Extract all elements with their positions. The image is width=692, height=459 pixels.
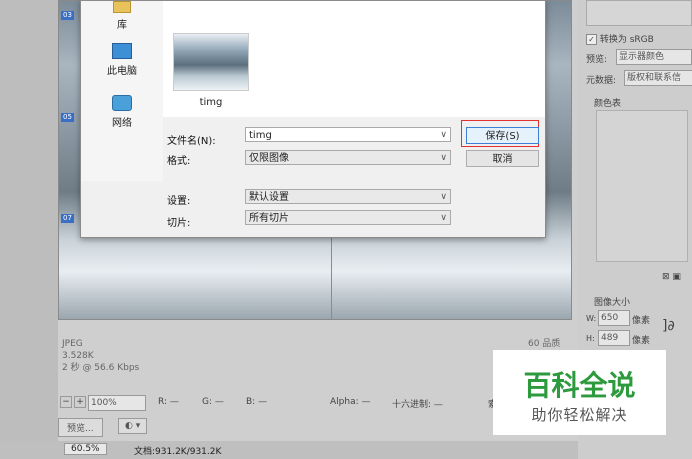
format-value: 仅限图像 [249,153,289,164]
nav-item-label: 此电脑 [107,66,137,77]
left-toolbar [0,0,58,459]
chevron-down-icon[interactable]: ∨ [440,190,447,205]
alpha-readout: Alpha: — [330,397,371,407]
nav-item-label: 库 [117,20,127,31]
file-thumbnail [173,33,249,91]
preview-select[interactable]: 显示器颜色 [616,49,692,65]
width-input[interactable]: 650 [598,310,630,326]
filename-value: timg [249,130,272,141]
color-table-area [596,110,688,262]
slices-select[interactable]: 所有切片 ∨ [245,210,451,225]
height-label: H: [586,334,595,343]
settings-label: 设置: [167,196,191,207]
format-label: 格式: [167,156,191,167]
nav-item-network[interactable]: 网络 [81,95,163,129]
browser-icon[interactable]: ◐ ▾ [118,418,148,434]
zoom-select[interactable]: 100% [88,395,146,411]
height-unit: 像素 [632,336,651,346]
cancel-button[interactable]: 取消 [466,150,539,167]
zoom-in-button[interactable]: + [74,396,86,408]
b-readout: B: — [246,397,268,407]
r-readout: R: — [158,397,179,407]
watermark-title: 百科全说 [523,369,636,402]
filename-input[interactable]: timg ∨ [245,127,451,142]
nav-item-this-pc[interactable]: 此电脑 [81,43,163,77]
color-table-title: 颜色表 [594,99,622,109]
info-format: JPEG [62,339,83,349]
preview-button[interactable]: 预览... [58,418,103,437]
navigation-pane: 库 此电脑 网络 [81,1,163,181]
link-icon[interactable]: ]∂ [662,318,675,334]
slice-label-03[interactable]: 03 [61,11,74,20]
format-select[interactable]: 仅限图像 ∨ [245,150,451,165]
info-time: 2 秒 @ 56.6 Kbps [62,363,140,373]
filename-label: 文件名(N): [167,136,216,147]
slice-label-05[interactable]: 05 [61,113,74,122]
save-button[interactable]: 保存(S) [466,127,539,144]
info-quality: 60 品质 [528,339,561,349]
status-zoom[interactable]: 60.5% [64,443,107,455]
convert-srgb-label: 转换为 sRGB [599,35,654,45]
g-readout: G: — [202,397,224,407]
chevron-down-icon[interactable]: ∨ [440,211,447,226]
library-icon [113,1,131,13]
panel-top-box [586,0,692,26]
width-label: W: [586,314,597,323]
hex-readout: 十六进制: — [392,400,443,410]
settings-value: 默认设置 [249,192,289,203]
file-item[interactable] [173,33,249,93]
file-name: timg [199,97,223,108]
image-size-title: 图像大小 [594,298,631,308]
slice-label-07[interactable]: 07 [61,214,74,223]
save-dialog: 库 此电脑 网络 timg 文件名(N): timg ∨ 格式: 仅限图像 ∨ … [80,0,546,238]
zoom-out-button[interactable]: − [60,396,72,408]
nav-item-label: 网络 [112,118,132,129]
preview-label: 预览: [586,55,608,65]
slice-divider [331,237,332,319]
metadata-select[interactable]: 版权和联系信 [624,70,692,86]
file-list-area: timg [163,1,545,117]
slices-value: 所有切片 [249,213,289,224]
watermark-subtitle: 助你轻松解决 [531,406,628,424]
color-table-icon[interactable]: ⊠ ▣ [662,272,681,282]
info-size: 3.528K [62,351,94,361]
chevron-down-icon[interactable]: ∨ [440,128,447,143]
chevron-down-icon[interactable]: ∨ [440,151,447,166]
nav-item-library[interactable]: 库 [81,1,163,31]
network-icon [112,95,132,111]
height-input[interactable]: 489 [598,330,630,346]
slices-label: 切片: [167,218,191,229]
convert-srgb-row[interactable]: ✓ 转换为 sRGB [586,32,654,45]
metadata-label: 元数据: [586,76,617,86]
computer-icon [112,43,132,59]
width-unit: 像素 [632,316,651,326]
convert-srgb-checkbox[interactable]: ✓ [586,34,597,45]
settings-select[interactable]: 默认设置 ∨ [245,189,451,204]
status-doc-size: 文档:931.2K/931.2K [134,447,222,457]
watermark-logo: 百科全说 助你轻松解决 [493,350,666,435]
